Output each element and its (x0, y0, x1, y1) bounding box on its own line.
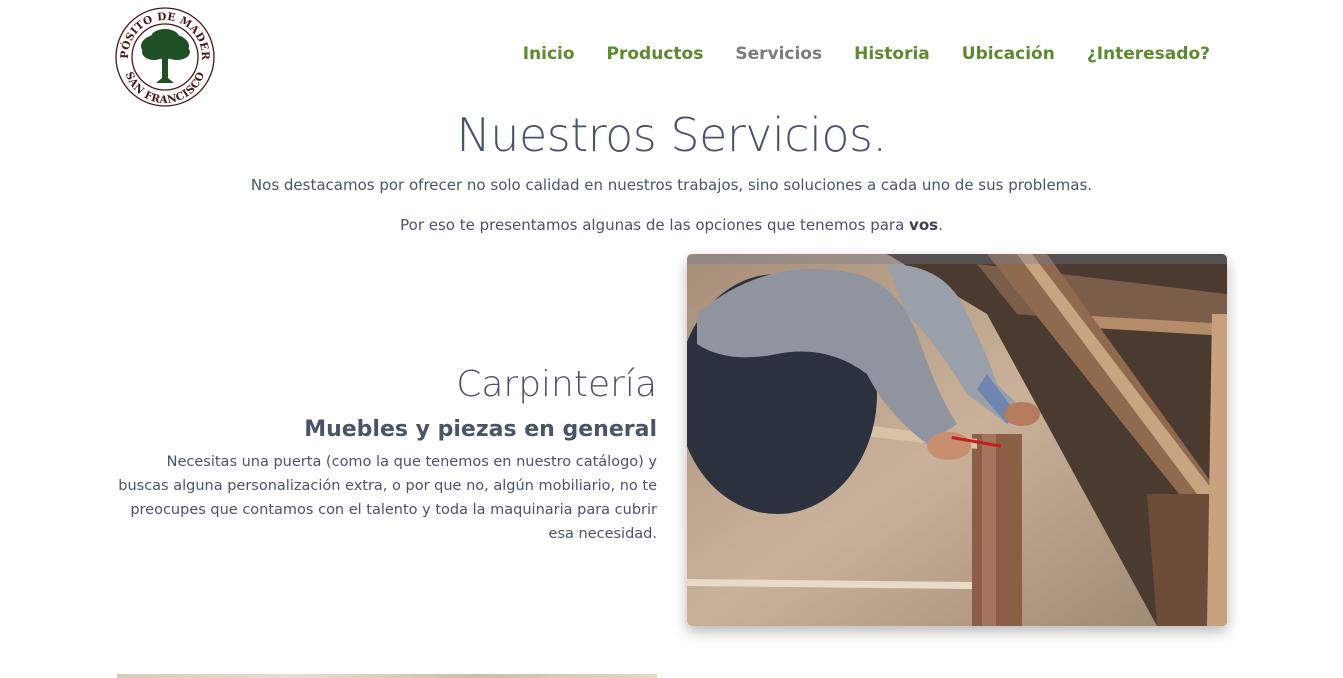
nav-productos[interactable]: Productos (607, 44, 704, 64)
service-description: Necesitas una puerta (como la que tenemo… (118, 454, 657, 542)
intro-text-2-prefix: Por eso te presentamos algunas de las op… (400, 216, 910, 234)
intro-text-2-bold: vos (909, 216, 939, 234)
next-section-image-edge (117, 674, 657, 678)
navbar: DEPÓSITO DE MADERAS SAN FRANCISCO Inicio… (0, 0, 1343, 112)
page-title: Nuestros Servicios. (456, 108, 887, 162)
service-carpinteria: Carpintería Muebles y piezas en general … (116, 362, 657, 546)
service-subtitle: Muebles y piezas en general (304, 417, 657, 442)
logo-icon[interactable]: DEPÓSITO DE MADERAS SAN FRANCISCO (114, 6, 216, 108)
carpentry-photo (687, 254, 1227, 626)
nav-inicio[interactable]: Inicio (523, 44, 575, 64)
intro-text-2-suffix: . (938, 216, 943, 234)
nav-ubicacion[interactable]: Ubicación (962, 44, 1055, 64)
nav-servicios[interactable]: Servicios (735, 44, 822, 64)
service-title: Carpintería (456, 364, 657, 405)
service-image (687, 254, 1227, 626)
intro-text: Nos destacamos por ofrecer no solo calid… (250, 176, 1093, 194)
nav-interesado[interactable]: ¿Interesado? (1087, 44, 1210, 64)
nav-historia[interactable]: Historia (854, 44, 930, 64)
intro-text-2: Por eso te presentamos algunas de las op… (0, 216, 1343, 234)
main-nav: Inicio Productos Servicios Historia Ubic… (491, 44, 1210, 64)
